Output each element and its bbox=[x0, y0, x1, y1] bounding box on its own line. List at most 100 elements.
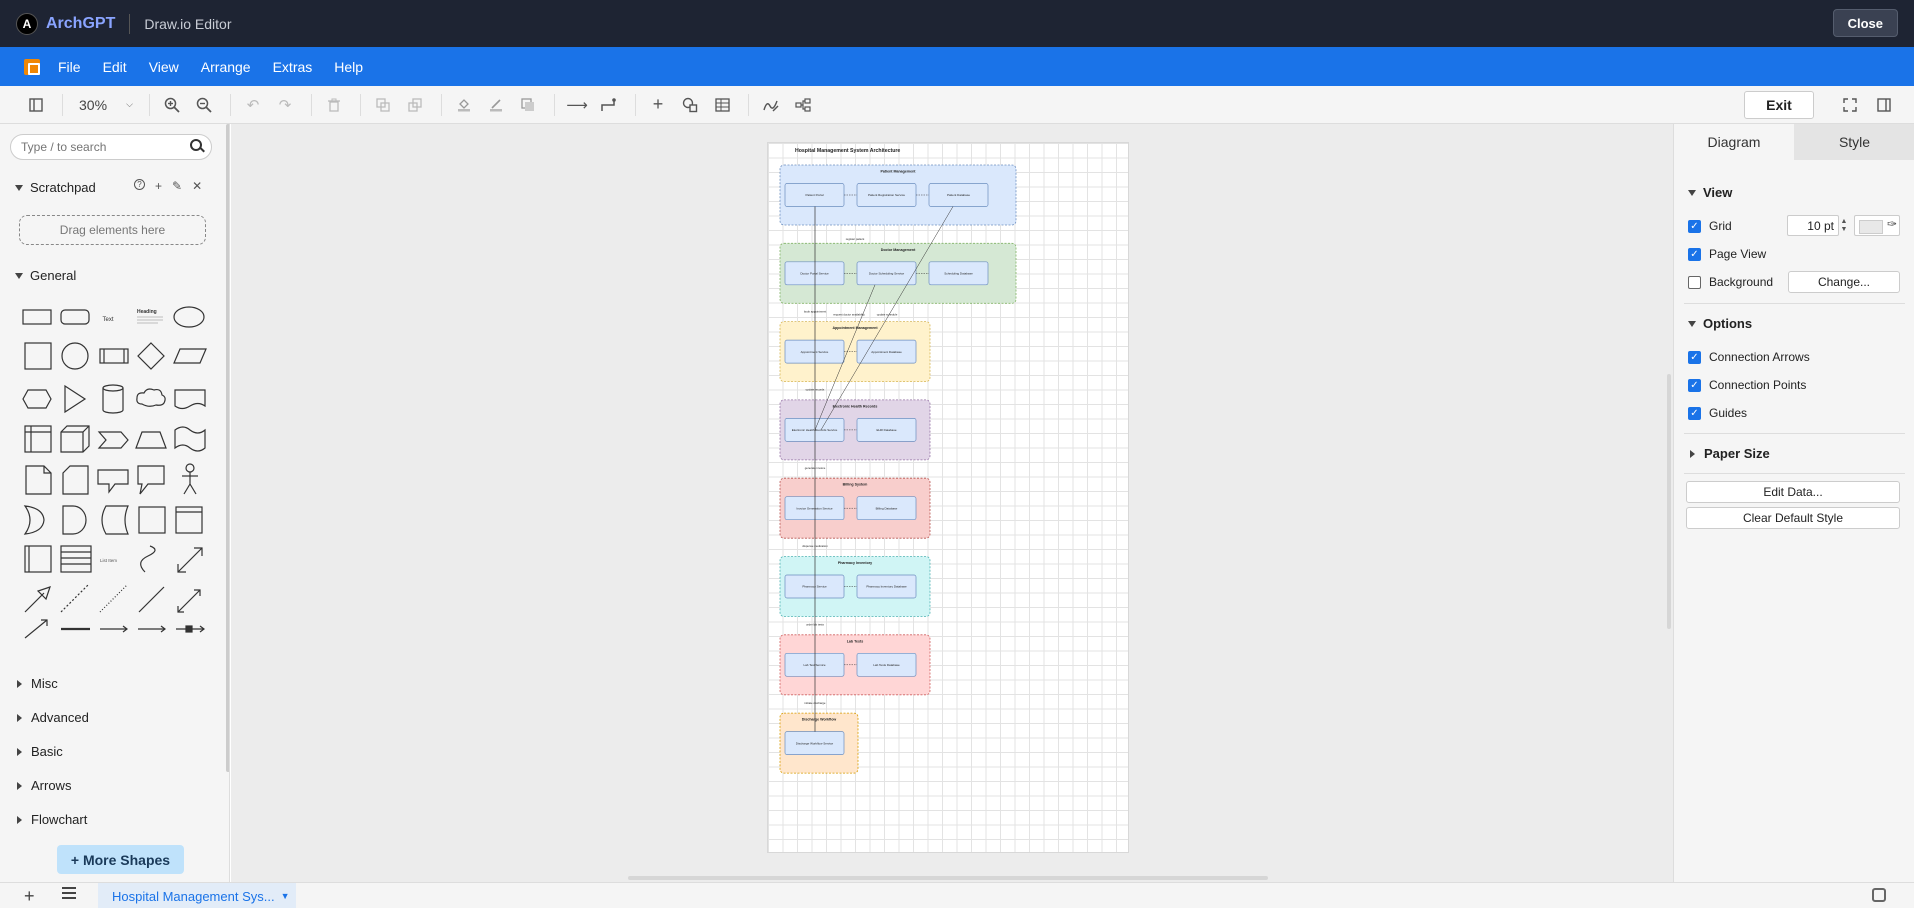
list-item-shape[interactable]: List Item bbox=[100, 558, 117, 563]
document-shape[interactable] bbox=[174, 389, 206, 410]
sidebar-section-basic[interactable]: Basic bbox=[15, 744, 63, 759]
grid-size-stepper[interactable]: ▲ ▼ bbox=[1839, 215, 1849, 236]
menu-file[interactable]: File bbox=[58, 59, 81, 75]
sidebar-scrollbar[interactable] bbox=[226, 124, 229, 772]
card-shape[interactable] bbox=[62, 465, 89, 495]
triangle-shape[interactable] bbox=[64, 384, 87, 414]
paper-size-section-header[interactable]: Paper Size bbox=[1688, 446, 1770, 461]
grid-option[interactable]: ✓ Grid bbox=[1688, 219, 1732, 233]
connection-arrows-checkbox[interactable]: ✓ bbox=[1688, 350, 1701, 364]
sidebar-section-flowchart[interactable]: Flowchart bbox=[15, 812, 87, 827]
container-shape[interactable] bbox=[138, 506, 166, 534]
ellipse-shape[interactable] bbox=[173, 306, 205, 328]
plugin-icon[interactable] bbox=[1872, 888, 1886, 902]
scratchpad-header[interactable]: Scratchpad bbox=[15, 180, 96, 195]
diagram-canvas[interactable]: Hospital Management System Architecture P… bbox=[231, 124, 1673, 882]
note-shape[interactable] bbox=[25, 465, 52, 495]
freehand-icon[interactable] bbox=[757, 91, 785, 119]
spin-up-icon[interactable]: ▲ bbox=[1841, 218, 1848, 226]
page-tab[interactable]: Hospital Management Sys... ▼ bbox=[98, 883, 296, 908]
callout-shape[interactable] bbox=[97, 469, 129, 494]
layout-icon[interactable] bbox=[789, 91, 817, 119]
to-back-icon[interactable] bbox=[401, 91, 429, 119]
edit-data-button[interactable]: Edit Data... bbox=[1686, 481, 1900, 503]
line-color-icon[interactable] bbox=[482, 91, 510, 119]
chevron-down-icon[interactable]: ▼ bbox=[281, 891, 290, 901]
pages-menu-icon[interactable] bbox=[62, 887, 76, 902]
canvas-vertical-scrollbar[interactable] bbox=[1667, 374, 1671, 629]
bidirectional-arrow-shape[interactable] bbox=[177, 547, 203, 573]
grid-checkbox[interactable]: ✓ bbox=[1688, 219, 1701, 233]
tab-style[interactable]: Style bbox=[1794, 124, 1914, 160]
zoom-in-icon[interactable] bbox=[158, 91, 186, 119]
data-storage-shape[interactable] bbox=[101, 505, 129, 535]
waypoints-icon[interactable] bbox=[595, 91, 623, 119]
bidirectional-connector-shape[interactable] bbox=[177, 589, 201, 613]
scratchpad-dropzone[interactable]: Drag elements here bbox=[19, 215, 206, 245]
cube-shape[interactable] bbox=[60, 425, 90, 453]
grid-color-picker[interactable]: ✑ bbox=[1854, 215, 1900, 236]
connection-points-checkbox[interactable]: ✓ bbox=[1688, 378, 1701, 392]
edit-pencil-icon[interactable]: ✎ bbox=[172, 179, 182, 193]
general-header[interactable]: General bbox=[15, 268, 76, 283]
shapes-icon[interactable] bbox=[676, 91, 704, 119]
shape-search-input[interactable] bbox=[10, 134, 212, 160]
more-shapes-button[interactable]: + More Shapes bbox=[57, 845, 184, 874]
menu-extras[interactable]: Extras bbox=[273, 59, 313, 75]
search-icon[interactable] bbox=[190, 139, 202, 151]
page-view-option[interactable]: ✓ Page View bbox=[1688, 247, 1766, 261]
hexagon-shape[interactable] bbox=[22, 389, 52, 409]
menu-edit[interactable]: Edit bbox=[103, 59, 127, 75]
fullscreen-icon[interactable] bbox=[1836, 91, 1864, 119]
menu-view[interactable]: View bbox=[149, 59, 179, 75]
connection-points-option[interactable]: ✓ Connection Points bbox=[1688, 378, 1806, 392]
add-icon[interactable]: + bbox=[155, 179, 162, 193]
clear-default-style-button[interactable]: Clear Default Style bbox=[1686, 507, 1900, 529]
actor-shape[interactable] bbox=[182, 463, 198, 495]
close-button[interactable]: Close bbox=[1832, 9, 1898, 37]
to-front-icon[interactable] bbox=[369, 91, 397, 119]
vertical-container-shape[interactable] bbox=[24, 545, 52, 573]
exit-button[interactable]: Exit bbox=[1744, 91, 1814, 119]
heading-shape[interactable]: Heading bbox=[137, 309, 157, 315]
connection-arrows-option[interactable]: ✓ Connection Arrows bbox=[1688, 350, 1810, 364]
diamond-shape[interactable] bbox=[137, 342, 165, 370]
toggle-sidebar-icon[interactable] bbox=[22, 91, 50, 119]
options-section-header[interactable]: Options bbox=[1688, 316, 1752, 331]
toggle-format-panel-icon[interactable] bbox=[1870, 91, 1898, 119]
zoom-dropdown[interactable]: 30% ⌵ bbox=[79, 97, 133, 113]
process-shape[interactable] bbox=[99, 348, 129, 364]
internal-storage-shape[interactable] bbox=[24, 425, 52, 453]
and-shape[interactable] bbox=[62, 505, 87, 535]
insert-plus-icon[interactable]: + bbox=[644, 91, 672, 119]
diagram-edge[interactable] bbox=[820, 206, 954, 431]
directional-connector-shape[interactable] bbox=[24, 619, 48, 639]
diagram-drawing[interactable]: Hospital Management System Architecture P… bbox=[768, 143, 1130, 854]
tape-shape[interactable] bbox=[174, 426, 206, 452]
dotted-line-shape[interactable] bbox=[99, 584, 128, 613]
rectangle-shape[interactable] bbox=[22, 309, 52, 325]
change-background-button[interactable]: Change... bbox=[1788, 271, 1900, 293]
grid-size-input[interactable]: 10 pt bbox=[1787, 215, 1839, 236]
square-shape[interactable] bbox=[24, 342, 52, 370]
zoom-out-icon[interactable] bbox=[190, 91, 218, 119]
list-shape[interactable] bbox=[60, 545, 92, 573]
undo-icon[interactable]: ↶ bbox=[239, 91, 267, 119]
fill-color-icon[interactable] bbox=[450, 91, 478, 119]
menu-arrange[interactable]: Arrange bbox=[201, 59, 251, 75]
rounded-rectangle-shape[interactable] bbox=[60, 309, 90, 325]
view-section-header[interactable]: View bbox=[1688, 185, 1732, 200]
menu-help[interactable]: Help bbox=[334, 59, 363, 75]
page-view-checkbox[interactable]: ✓ bbox=[1688, 247, 1701, 261]
sidebar-section-arrows[interactable]: Arrows bbox=[15, 778, 71, 793]
add-page-icon[interactable]: + bbox=[24, 886, 35, 907]
labeled-connector-shape[interactable] bbox=[100, 625, 128, 633]
delete-icon[interactable] bbox=[320, 91, 348, 119]
relation-shape[interactable] bbox=[176, 625, 205, 633]
diagram-page[interactable]: Hospital Management System Architecture P… bbox=[767, 142, 1129, 853]
line-shape[interactable] bbox=[138, 586, 165, 613]
background-checkbox[interactable] bbox=[1688, 275, 1701, 289]
or-shape[interactable] bbox=[23, 505, 45, 535]
step-shape[interactable] bbox=[97, 431, 129, 449]
shadow-icon[interactable] bbox=[514, 91, 542, 119]
